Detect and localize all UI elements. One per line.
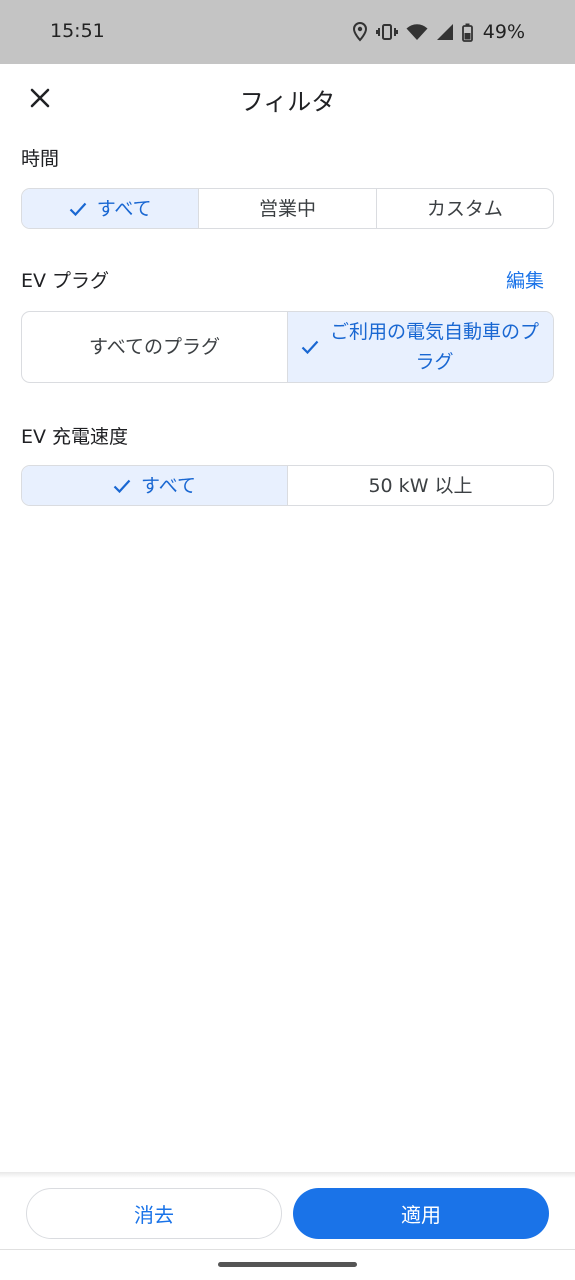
speed-option-all-label: すべて	[141, 474, 196, 497]
speed-option-all[interactable]: すべて	[22, 466, 287, 505]
clear-button[interactable]: 消去	[26, 1188, 282, 1239]
speed-option-50kw[interactable]: 50 kW 以上	[287, 466, 553, 505]
plug-option-my-ev[interactable]: ご利用の電気自動車のプラグ	[287, 312, 553, 382]
footer-divider	[0, 1172, 575, 1178]
time-section-label: 時間	[21, 148, 60, 170]
speed-segmented-control: すべて 50 kW 以上	[21, 465, 554, 506]
time-option-open-now[interactable]: 営業中	[198, 189, 375, 228]
status-time: 15:51	[50, 20, 105, 42]
time-option-custom-label: カスタム	[426, 197, 503, 220]
location-icon	[352, 22, 368, 42]
speed-option-50kw-label: 50 kW 以上	[368, 474, 473, 497]
battery-icon	[461, 23, 473, 42]
check-icon	[301, 340, 319, 354]
check-icon	[69, 202, 87, 216]
battery-percentage: 49%	[482, 21, 525, 43]
speed-section-label: EV 充電速度	[21, 426, 129, 448]
vibrate-icon	[375, 23, 398, 41]
nav-divider	[0, 1249, 575, 1250]
signal-icon	[436, 23, 454, 41]
plug-option-all[interactable]: すべてのプラグ	[22, 312, 287, 382]
plug-option-all-label: すべてのプラグ	[89, 336, 220, 358]
home-gesture-handle[interactable]	[218, 1262, 357, 1267]
page-title: フィルタ	[239, 88, 336, 116]
edit-plug-link[interactable]: 編集	[506, 266, 544, 293]
status-icons: 49%	[352, 20, 525, 44]
plug-section-label: EV プラグ	[21, 270, 110, 292]
status-bar: 15:51 49%	[0, 0, 575, 64]
time-option-open-now-label: 営業中	[258, 197, 316, 220]
apply-button[interactable]: 適用	[293, 1188, 549, 1239]
time-segmented-control: すべて 営業中 カスタム	[21, 188, 554, 229]
time-option-custom[interactable]: カスタム	[375, 189, 553, 228]
time-option-all[interactable]: すべて	[22, 189, 199, 228]
plug-segmented-control: すべてのプラグ ご利用の電気自動車のプラグ	[21, 311, 554, 383]
time-option-all-label: すべて	[96, 197, 152, 220]
wifi-icon	[406, 23, 428, 41]
header: フィルタ	[0, 64, 575, 136]
check-icon	[113, 479, 131, 493]
plug-option-my-ev-label: ご利用の電気自動車のプラグ	[329, 321, 539, 373]
